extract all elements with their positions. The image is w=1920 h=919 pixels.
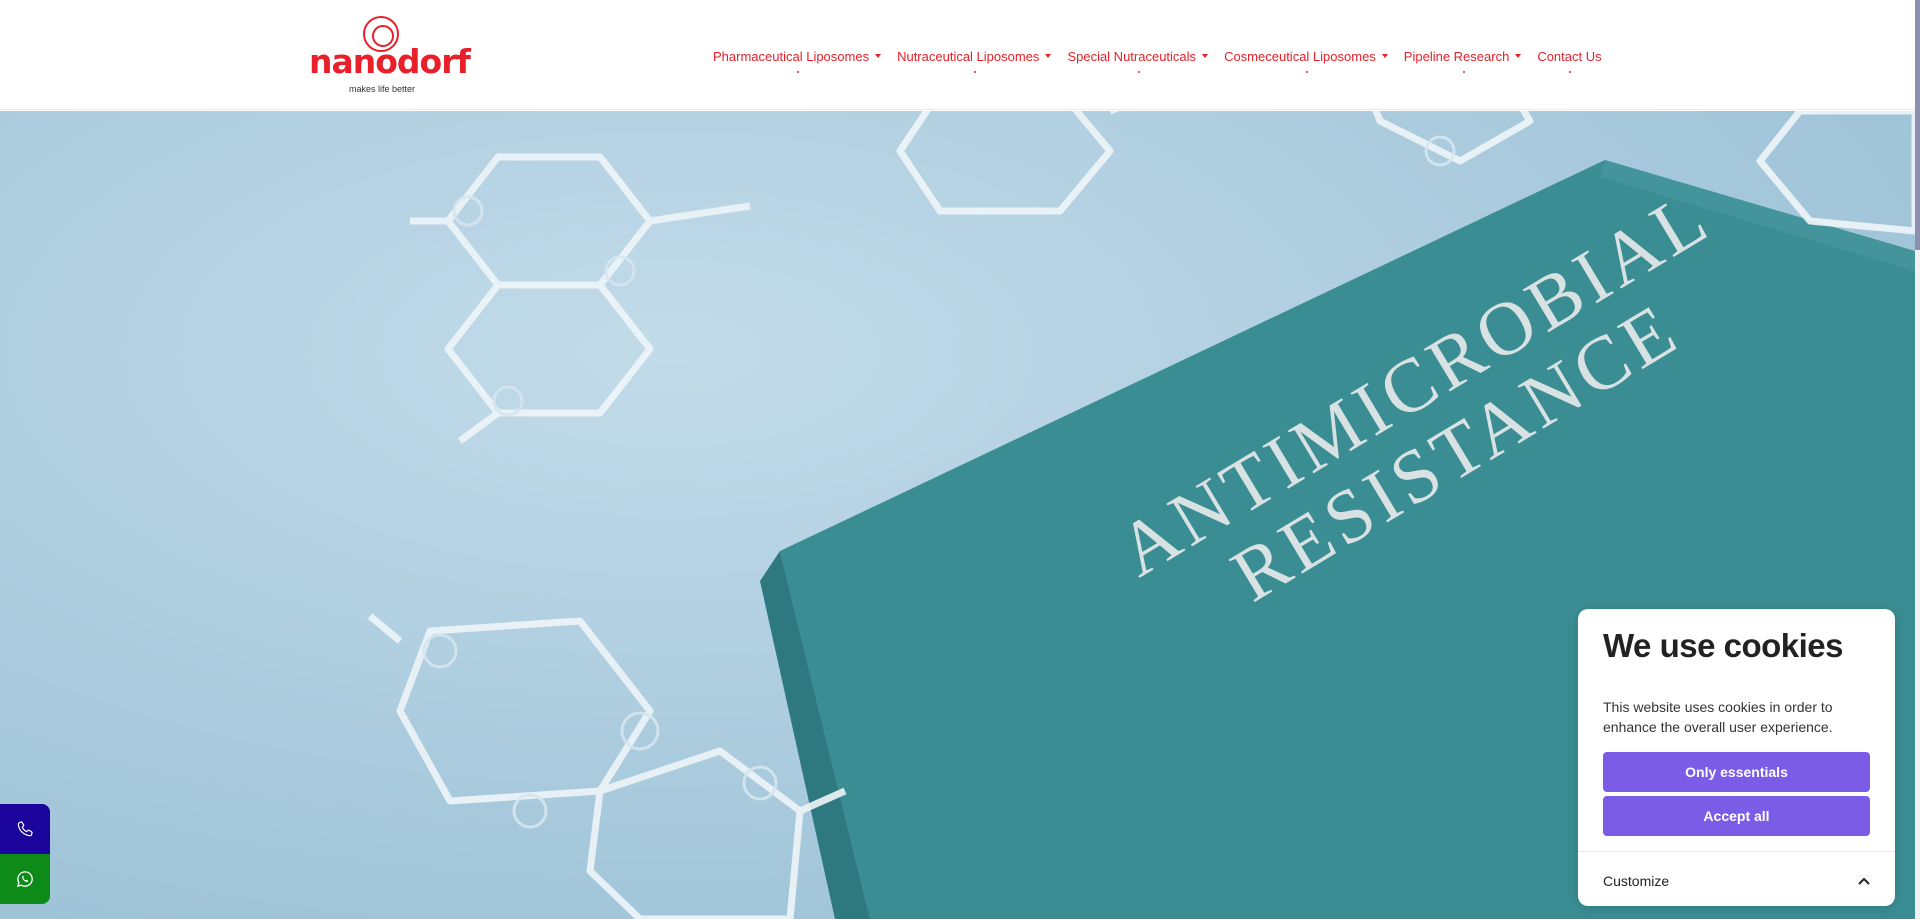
nav-nutraceutical-liposomes[interactable]: Nutraceutical Liposomes xyxy=(897,48,1052,73)
nav-indicator-dot xyxy=(1569,70,1572,73)
scrollbar-thumb[interactable] xyxy=(1915,0,1920,250)
cookie-title: We use cookies xyxy=(1603,627,1844,664)
nav-label: Special Nutraceuticals xyxy=(1067,48,1197,64)
cookie-divider xyxy=(1578,851,1895,852)
main-navigation: Pharmaceutical Liposomes Nutraceutical L… xyxy=(713,46,1618,73)
customize-toggle[interactable]: Customize xyxy=(1603,871,1870,891)
nav-contact-us[interactable]: Contact Us xyxy=(1537,48,1602,73)
only-essentials-button[interactable]: Only essentials xyxy=(1603,752,1870,792)
nav-indicator-dot xyxy=(1462,70,1465,73)
nav-indicator-dot xyxy=(1137,70,1140,73)
nav-indicator-dot xyxy=(797,70,800,73)
nav-label: Cosmeceutical Liposomes xyxy=(1224,48,1376,64)
site-header: nanodorf makes life better Pharmaceutica… xyxy=(0,0,1915,110)
nav-special-nutraceuticals[interactable]: Special Nutraceuticals xyxy=(1067,48,1209,73)
nav-label: Nutraceutical Liposomes xyxy=(897,48,1040,64)
caret-down-icon xyxy=(1515,54,1522,58)
caret-down-icon xyxy=(875,54,882,58)
nav-indicator-dot xyxy=(1305,70,1308,73)
customize-label: Customize xyxy=(1603,873,1670,889)
nav-pharmaceutical-liposomes[interactable]: Pharmaceutical Liposomes xyxy=(713,48,882,73)
logo-tagline: makes life better xyxy=(349,84,416,94)
nav-label: Pipeline Research xyxy=(1403,48,1510,64)
accept-all-button[interactable]: Accept all xyxy=(1603,796,1870,836)
caret-down-icon xyxy=(1381,54,1388,58)
whatsapp-icon xyxy=(16,871,33,888)
chevron-up-icon xyxy=(1858,877,1870,885)
page-scrollbar[interactable] xyxy=(1915,0,1920,919)
nav-label: Pharmaceutical Liposomes xyxy=(713,48,870,64)
whatsapp-button[interactable] xyxy=(0,854,50,904)
cookie-description: This website uses cookies in order to en… xyxy=(1603,699,1833,735)
nav-label: Contact Us xyxy=(1537,48,1602,64)
phone-icon xyxy=(17,821,33,837)
brand-logo[interactable]: nanodorf makes life better xyxy=(306,14,471,98)
nav-indicator-dot xyxy=(974,70,977,73)
caret-down-icon xyxy=(1202,54,1209,58)
logo-wordmark: nanodorf xyxy=(309,42,471,81)
nav-pipeline-research[interactable]: Pipeline Research xyxy=(1403,48,1522,73)
phone-button[interactable] xyxy=(0,804,50,854)
nav-cosmeceutical-liposomes[interactable]: Cosmeceutical Liposomes xyxy=(1224,48,1388,73)
caret-down-icon xyxy=(1045,54,1052,58)
cookie-consent-banner: We use cookies This website uses cookies… xyxy=(1578,609,1895,906)
